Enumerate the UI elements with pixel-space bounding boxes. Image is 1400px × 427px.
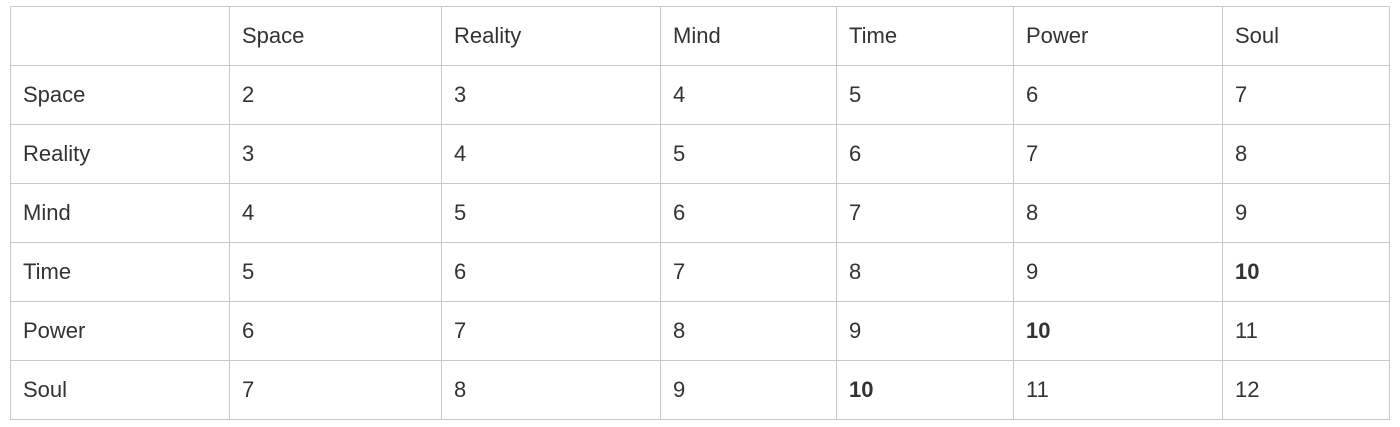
table-cell: 7 <box>1222 65 1390 125</box>
table-cell: 9 <box>660 360 837 420</box>
table-cell: 4 <box>441 124 661 184</box>
table-row: Space 2 3 4 5 6 7 <box>10 65 1390 125</box>
table-cell: 6 <box>1013 65 1223 125</box>
table-cell: 5 <box>660 124 837 184</box>
table-cell: 4 <box>229 183 442 243</box>
table-cell: 8 <box>441 360 661 420</box>
row-header: Space <box>10 65 230 125</box>
table-row: Power 6 7 8 9 10 11 <box>10 301 1390 361</box>
table-cell: 11 <box>1222 301 1390 361</box>
table-cell: 6 <box>441 242 661 302</box>
table-cell: 7 <box>441 301 661 361</box>
table-row: Reality 3 4 5 6 7 8 <box>10 124 1390 184</box>
table-cell: 5 <box>229 242 442 302</box>
table-cell: 7 <box>836 183 1014 243</box>
sum-table: Space Reality Mind Time Power Soul Space… <box>10 6 1390 420</box>
table-cell: 9 <box>1222 183 1390 243</box>
table-cell: 2 <box>229 65 442 125</box>
column-header: Mind <box>660 6 837 66</box>
column-header: Power <box>1013 6 1223 66</box>
table-cell: 8 <box>836 242 1014 302</box>
row-header: Power <box>10 301 230 361</box>
table-cell: 10 <box>836 360 1014 420</box>
table-cell: 3 <box>229 124 442 184</box>
corner-cell <box>10 6 230 66</box>
table-cell: 7 <box>229 360 442 420</box>
table-cell: 6 <box>660 183 837 243</box>
table-cell: 9 <box>1013 242 1223 302</box>
table-cell: 5 <box>836 65 1014 125</box>
table-cell: 3 <box>441 65 661 125</box>
table-row: Mind 4 5 6 7 8 9 <box>10 183 1390 243</box>
table-cell: 5 <box>441 183 661 243</box>
table-row: Time 5 6 7 8 9 10 <box>10 242 1390 302</box>
row-header: Time <box>10 242 230 302</box>
table-cell: 6 <box>836 124 1014 184</box>
table-cell: 12 <box>1222 360 1390 420</box>
table-cell: 4 <box>660 65 837 125</box>
table-cell: 7 <box>1013 124 1223 184</box>
row-header: Soul <box>10 360 230 420</box>
table-cell: 8 <box>1222 124 1390 184</box>
table-cell: 8 <box>1013 183 1223 243</box>
table-cell: 10 <box>1013 301 1223 361</box>
header-row: Space Reality Mind Time Power Soul <box>10 6 1390 66</box>
table-row: Soul 7 8 9 10 11 12 <box>10 360 1390 420</box>
column-header: Space <box>229 6 442 66</box>
table-cell: 6 <box>229 301 442 361</box>
row-header: Reality <box>10 124 230 184</box>
table-cell: 9 <box>836 301 1014 361</box>
column-header: Reality <box>441 6 661 66</box>
column-header: Soul <box>1222 6 1390 66</box>
column-header: Time <box>836 6 1014 66</box>
table-cell: 10 <box>1222 242 1390 302</box>
table-cell: 7 <box>660 242 837 302</box>
row-header: Mind <box>10 183 230 243</box>
table-cell: 11 <box>1013 360 1223 420</box>
table-cell: 8 <box>660 301 837 361</box>
